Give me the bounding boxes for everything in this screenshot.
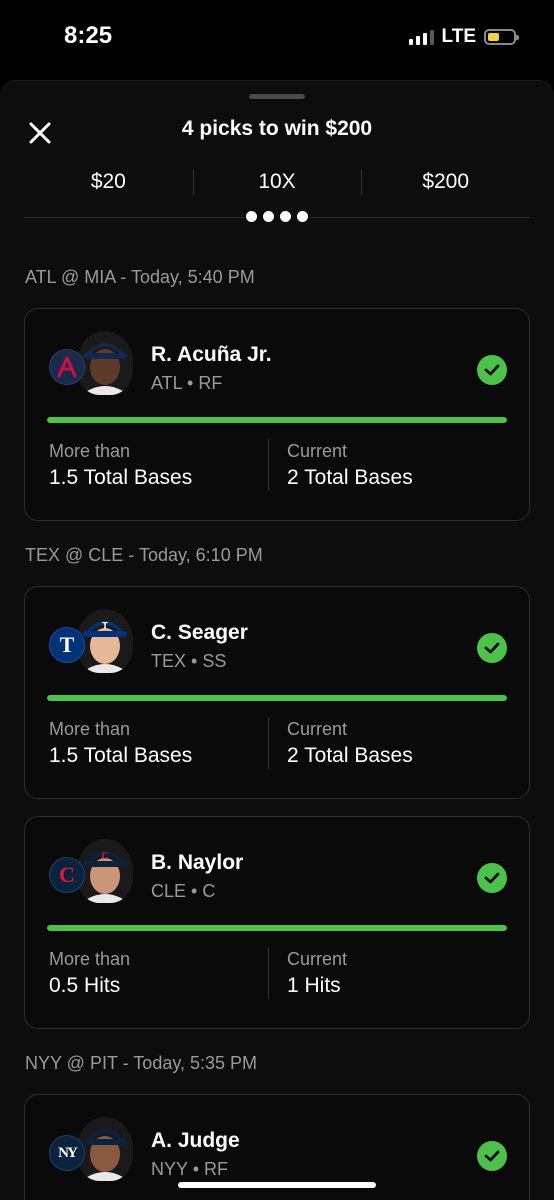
meta-separator: • [192, 1159, 200, 1179]
entry-amount: $20 [90, 170, 126, 193]
divider [268, 947, 269, 999]
stat-value: 1.5 Total Bases [49, 744, 193, 767]
meta-separator: • [191, 881, 198, 901]
check-icon [477, 863, 507, 893]
status-time: 8:25 [64, 22, 113, 49]
player-position: RF [204, 1159, 229, 1179]
stat-value: 0.5 Hits [49, 974, 121, 997]
pick-card[interactable]: R. Acuña Jr. ATL • RF More than 1.5 Tota… [24, 308, 530, 521]
progress-track [47, 925, 507, 931]
team-logo-atl [49, 349, 85, 385]
pick-card[interactable]: T T C. Seager TEX • SS More than 1.5 Tot… [24, 586, 530, 799]
divider [268, 439, 269, 491]
pick-dot [297, 211, 308, 222]
player-headshot: C [77, 839, 133, 903]
svg-text:C: C [101, 851, 108, 862]
svg-text:T: T [102, 621, 108, 632]
current-value: 2 Total Bases [287, 744, 413, 767]
sheet-grabber[interactable] [249, 94, 305, 99]
player-headshot [77, 1117, 133, 1181]
game-label: NYY @ PIT - Today, 5:35 PM [25, 1053, 258, 1073]
current-stat: Current 2 Total Bases [287, 719, 413, 768]
player-meta: TEX • SS [151, 651, 226, 672]
player-headshot [77, 331, 133, 395]
payout-amount: $200 [361, 167, 530, 197]
current-value: 1 Hits [287, 974, 341, 997]
network-type: LTE [441, 26, 476, 47]
game-label: TEX @ CLE - Today, 6:10 PM [25, 545, 263, 565]
stat-label: More than [49, 949, 131, 969]
player-meta: CLE • C [151, 881, 215, 902]
stat-line: More than 1.5 Total Bases [49, 441, 192, 490]
player-team: NYY [151, 1159, 188, 1179]
player-meta: NYY • RF [151, 1159, 228, 1180]
current-stat: Current 1 Hits [287, 949, 347, 998]
player-headshot: T [77, 609, 133, 673]
check-icon [477, 633, 507, 663]
current-label: Current [287, 441, 348, 461]
progress-track [47, 695, 507, 701]
player-name: B. Naylor [151, 851, 244, 874]
stat-line: More than 0.5 Hits [49, 949, 130, 998]
stat-label: More than [49, 719, 131, 739]
team-logo-nyy: NY [49, 1135, 85, 1171]
battery-icon [484, 29, 519, 45]
pick-dot [263, 211, 274, 222]
player-position: SS [202, 651, 227, 671]
player-team: ATL [151, 373, 183, 393]
check-icon [477, 1141, 507, 1171]
sheet-title: 4 picks to win $200 [181, 117, 373, 140]
player-team: TEX [151, 651, 187, 671]
check-icon [477, 355, 507, 385]
progress-bar [47, 925, 507, 931]
stat-label: More than [49, 441, 131, 461]
stat-value: 1.5 Total Bases [49, 466, 193, 489]
cellular-signal-icon [408, 29, 434, 45]
progress-bar [47, 417, 507, 423]
status-icons: LTE [408, 26, 519, 48]
player-position: C [202, 881, 216, 901]
meta-separator: • [191, 651, 198, 671]
home-indicator[interactable] [178, 1182, 376, 1188]
stat-line: More than 1.5 Total Bases [49, 719, 192, 768]
pick-count-dots [244, 211, 310, 222]
player-position: RF [198, 373, 223, 393]
player-name: R. Acuña Jr. [151, 343, 272, 366]
player-meta: ATL • RF [151, 373, 222, 394]
pick-dot [246, 211, 257, 222]
progress-bar [47, 695, 507, 701]
player-team: CLE [151, 881, 187, 901]
status-bar: 8:25 LTE [0, 0, 554, 70]
player-name: C. Seager [151, 621, 248, 644]
team-logo-tex: T [49, 627, 85, 663]
payout-multiplier: 10X [192, 167, 362, 197]
team-logo-cle: C [49, 857, 85, 893]
player-name: A. Judge [151, 1129, 240, 1152]
divider [268, 717, 269, 769]
progress-track [47, 417, 507, 423]
pick-card[interactable]: C C B. Naylor CLE • C More than 0.5 Hits… [24, 816, 530, 1029]
meta-separator: • [187, 373, 194, 393]
entry-summary: $20 10X $200 [24, 167, 530, 197]
game-label: ATL @ MIA - Today, 5:40 PM [25, 267, 255, 287]
pick-dot [280, 211, 291, 222]
current-value: 2 Total Bases [287, 466, 413, 489]
current-label: Current [287, 719, 348, 739]
current-label: Current [287, 949, 348, 969]
current-stat: Current 2 Total Bases [287, 441, 413, 490]
